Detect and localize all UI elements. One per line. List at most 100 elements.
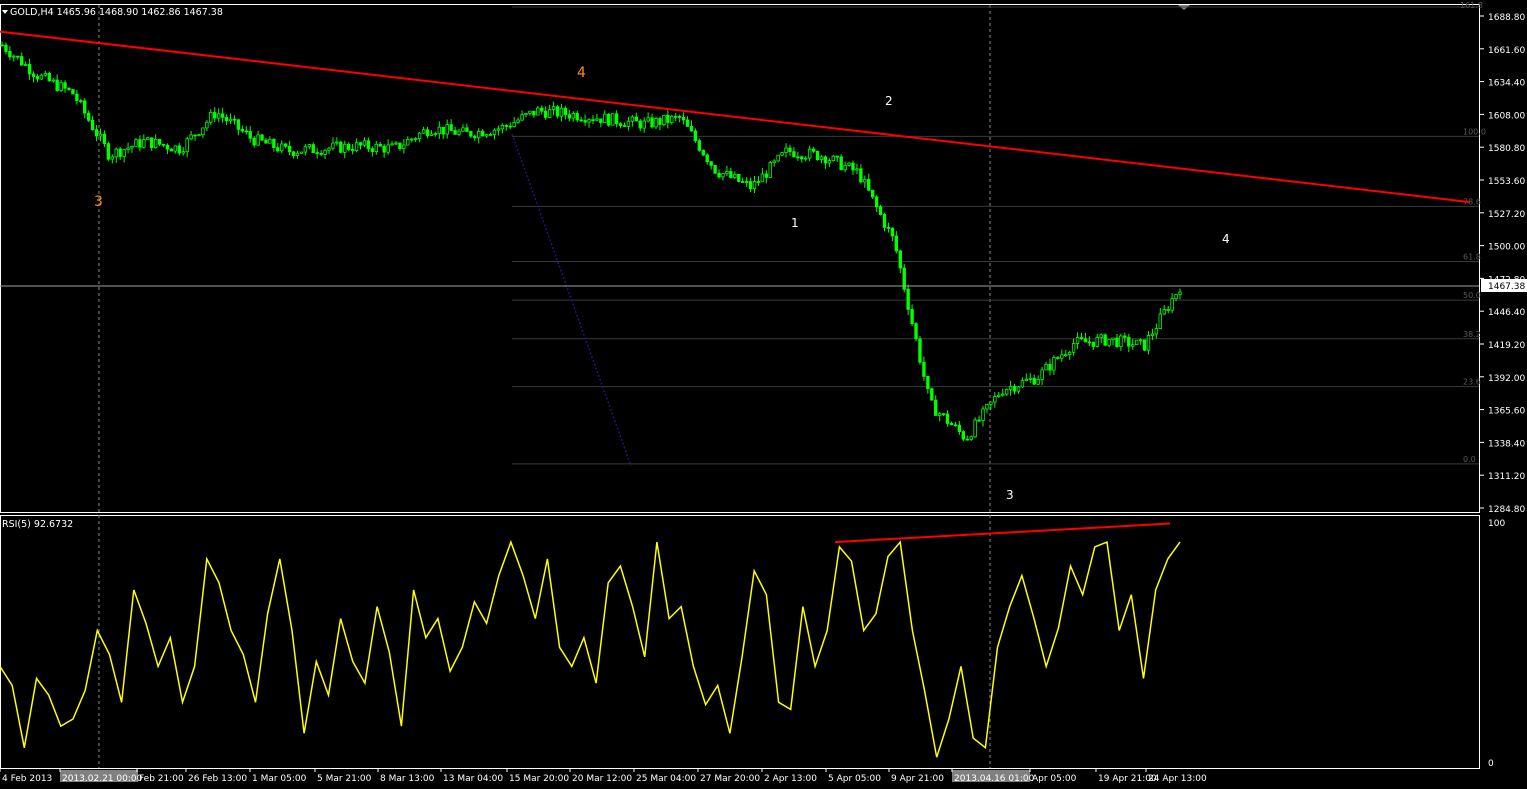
candle-body [94, 129, 99, 137]
candle-body [997, 394, 1001, 397]
chevron-down-icon[interactable] [2, 10, 8, 14]
price-candles [0, 41, 1182, 442]
candle-body [1032, 377, 1036, 385]
rsi-divergence-line[interactable] [834, 522, 1171, 544]
candle-body [961, 431, 966, 440]
candle-body [874, 196, 879, 208]
candle-body [1115, 337, 1119, 348]
candle-body [827, 160, 832, 164]
candle-body [831, 155, 835, 161]
candle-body [973, 419, 977, 438]
time-axis-label: 8 Mar 13:00 [380, 774, 435, 784]
candle-body [839, 156, 843, 171]
candle-body [496, 128, 501, 131]
candle-body [209, 112, 213, 123]
candle-body [445, 124, 449, 135]
candle-body [894, 235, 899, 252]
candle-body [1170, 298, 1174, 311]
candle-body [161, 143, 166, 146]
candle-body [551, 106, 556, 110]
candle-body [689, 126, 694, 132]
fib-level-label: 61.8 [1463, 252, 1481, 261]
candle-body [681, 117, 686, 121]
candle-body [591, 119, 595, 122]
time-axis-label: 9 Apr 21:00 [891, 774, 944, 784]
candle-body [150, 137, 154, 149]
candle-body [721, 173, 725, 178]
candle-body [654, 118, 658, 128]
candle-body [622, 125, 627, 127]
candle-body [796, 156, 800, 159]
candle-body [295, 152, 300, 156]
time-axis-label: 27 Mar 20:00 [700, 774, 760, 784]
price-axis-label: 1553.60 [1488, 177, 1525, 187]
candle-body [575, 112, 579, 121]
candle-body [31, 73, 36, 77]
candle-body [1138, 339, 1143, 342]
candle-body [264, 139, 268, 144]
candle-body [86, 112, 91, 121]
fib-level-label: 161.8 [1460, 1, 1483, 10]
candle-body [697, 140, 702, 151]
candle-body [934, 399, 938, 416]
candle-body [276, 147, 280, 152]
candle-body [634, 116, 639, 122]
candle-body [595, 118, 599, 121]
wave-label-white-2: 2 [885, 94, 893, 108]
candle-body [926, 376, 930, 390]
candle-body [819, 156, 824, 161]
candle-body [504, 125, 508, 127]
candle-body [772, 160, 776, 163]
candle-body [339, 141, 343, 153]
time-axis-label: 13 Mar 04:00 [443, 774, 503, 784]
price-axis-label: 1608.00 [1488, 111, 1525, 121]
candle-body [587, 119, 591, 123]
candle-body [898, 250, 902, 269]
candle-body [882, 214, 887, 228]
price-axis-label: 1338.40 [1488, 439, 1525, 449]
candle-body [993, 396, 997, 403]
candle-body [1056, 357, 1060, 359]
time-axis-label: 4 Feb 2013 [2, 774, 52, 784]
candle-body [1123, 335, 1127, 338]
candle-body [220, 113, 225, 118]
candle-body [410, 138, 414, 141]
wave-label-white-3: 3 [1006, 488, 1014, 502]
candle-body [603, 113, 607, 124]
fib-level-label: 100.0 [1463, 127, 1486, 136]
candle-body [788, 147, 792, 153]
candle-body [173, 145, 178, 152]
candle-body [130, 145, 134, 149]
chart-window: GOLD,H4 1465.96 1468.90 1462.86 1467.38 … [0, 1, 1527, 784]
candle-body [744, 181, 749, 183]
candle-body [216, 113, 221, 119]
candle-body [449, 124, 453, 131]
candle-body [583, 120, 587, 123]
candle-body [142, 139, 146, 148]
candle-body [280, 143, 284, 152]
candle-body [930, 388, 934, 401]
candle-body [12, 55, 16, 58]
candle-body [335, 141, 339, 144]
candle-body [752, 181, 757, 190]
candle-body [607, 113, 611, 126]
candle-body [311, 144, 315, 153]
rsi-polyline [0, 539, 1181, 758]
candle-body [480, 130, 485, 137]
candle-body [319, 153, 323, 155]
candle-body [843, 164, 847, 171]
candle-body [859, 168, 863, 183]
candle-body [43, 73, 48, 76]
candle-body [500, 125, 505, 130]
candle-body [1154, 328, 1159, 335]
candle-body [1024, 379, 1029, 381]
candle-body [906, 288, 910, 310]
candle-body [477, 130, 481, 139]
candle-body [169, 148, 174, 152]
candle-body [937, 413, 942, 416]
candle-body [638, 120, 642, 129]
candle-body [421, 129, 426, 134]
candle-body [75, 93, 79, 102]
candle-body [23, 64, 28, 66]
candle-body [1178, 291, 1182, 295]
